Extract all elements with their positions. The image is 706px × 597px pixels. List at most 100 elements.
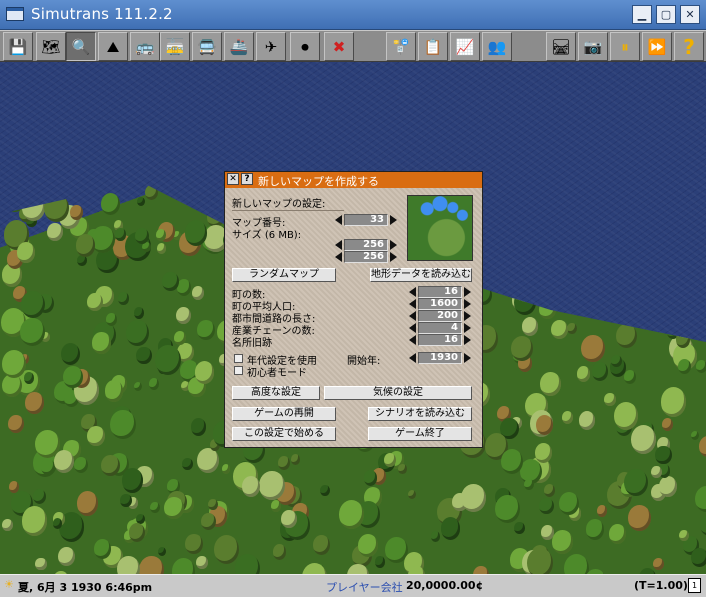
tree	[649, 249, 666, 268]
avg-population-decrease-icon[interactable]	[409, 299, 416, 309]
size-y-increase-icon[interactable]	[390, 252, 397, 262]
towns-decrease-icon[interactable]	[409, 287, 416, 297]
intercity-road-decrease-icon[interactable]	[409, 311, 416, 321]
help-icon[interactable]: ?	[674, 32, 704, 61]
size-y-decrease-icon[interactable]	[335, 252, 342, 262]
app-window-icon	[6, 7, 24, 21]
load-scenario-button[interactable]: シナリオを読み込む	[368, 407, 472, 421]
tree	[104, 380, 124, 402]
bus-icon[interactable]: 🚍	[192, 32, 222, 61]
quit-game-button[interactable]: ゲーム終了	[368, 427, 472, 441]
magnifier-icon[interactable]: 🔍	[66, 32, 96, 61]
size-x-increase-icon[interactable]	[390, 240, 397, 250]
ship-icon[interactable]: 🚢	[224, 32, 254, 61]
tree	[691, 548, 706, 568]
tree	[58, 546, 76, 566]
tree	[561, 411, 573, 424]
dialog-close-icon[interactable]: ✕	[227, 173, 239, 185]
dialog-help-icon[interactable]: ?	[241, 173, 253, 185]
tree	[694, 287, 706, 318]
tree	[521, 317, 538, 336]
landmarks-label: 名所旧跡	[232, 338, 272, 349]
tree	[52, 517, 63, 529]
tree	[53, 450, 74, 474]
resume-game-button[interactable]: ゲームの再開	[232, 407, 336, 421]
use-timeline-checkbox[interactable]	[234, 354, 243, 363]
tree	[21, 194, 46, 221]
random-map-button[interactable]: ランダムマップ	[232, 268, 336, 282]
player-icon[interactable]: 👥	[482, 32, 512, 61]
map-number-decrease-icon[interactable]	[335, 215, 342, 225]
tree	[488, 221, 512, 247]
time-speed: (T=1.00)	[634, 579, 688, 592]
beginner-mode-checkbox[interactable]	[234, 366, 243, 375]
landmarks-decrease-icon[interactable]	[409, 335, 416, 345]
minimize-button[interactable]: ▁	[632, 5, 652, 24]
climate-settings-button[interactable]: 気候の設定	[324, 386, 472, 400]
load-heightmap-button[interactable]: 地形データを読み込む	[370, 268, 472, 282]
landmarks-field[interactable]: 16	[418, 334, 462, 346]
size-x-field[interactable]: 256	[344, 239, 388, 251]
start-with-settings-button[interactable]: この設定で始める	[232, 427, 336, 441]
close-window-button[interactable]: ✕	[680, 5, 700, 24]
list-icon[interactable]: 📋	[418, 32, 448, 61]
tree	[129, 523, 146, 542]
tree	[679, 529, 690, 541]
finance-icon[interactable]: 📈	[450, 32, 480, 61]
towns-field[interactable]: 16	[418, 286, 462, 298]
tree	[191, 418, 207, 436]
intercity-road-increase-icon[interactable]	[464, 311, 471, 321]
tree	[698, 436, 706, 457]
start-year-label: 開始年:	[347, 356, 381, 367]
tree	[680, 276, 692, 290]
map-rail-icon[interactable]: 🛤	[546, 32, 576, 61]
size-y-field[interactable]: 256	[344, 251, 388, 263]
tree	[695, 486, 706, 513]
tree	[118, 292, 129, 305]
tree	[538, 299, 556, 320]
lines-icon[interactable]: 🚏	[386, 32, 416, 61]
tree	[613, 401, 639, 430]
road-vehicle-icon[interactable]: 🚌	[130, 32, 160, 61]
towns-increase-icon[interactable]	[464, 287, 471, 297]
tree	[87, 292, 103, 311]
camera-icon[interactable]: 📷	[578, 32, 608, 61]
pause-icon[interactable]: ⏸	[610, 32, 640, 61]
tree	[576, 366, 591, 382]
tree	[176, 306, 192, 324]
landscape-icon[interactable]: ⛰	[98, 32, 128, 61]
landmarks-increase-icon[interactable]	[464, 335, 471, 345]
tree	[100, 192, 120, 215]
avg-population-increase-icon[interactable]	[464, 299, 471, 309]
avg-population-field[interactable]: 1600	[418, 298, 462, 310]
map-number-increase-icon[interactable]	[390, 215, 397, 225]
tram-icon[interactable]: 🚋	[160, 32, 190, 61]
tree	[196, 556, 208, 570]
start-year-increase-icon[interactable]	[464, 353, 471, 363]
tree	[430, 530, 440, 542]
start-year-field[interactable]: 1930	[418, 352, 462, 364]
remove-icon[interactable]: ✖	[324, 32, 354, 61]
fast-forward-icon[interactable]: ⏩	[642, 32, 672, 61]
tree	[461, 483, 487, 513]
airplane-icon[interactable]: ✈	[256, 32, 286, 61]
intercity-road-field[interactable]: 200	[418, 310, 462, 322]
industry-chains-decrease-icon[interactable]	[409, 323, 416, 333]
tree	[551, 319, 568, 340]
tree	[651, 466, 662, 479]
map-number-field[interactable]: 33	[344, 214, 388, 226]
tree	[501, 207, 515, 222]
stop-icon[interactable]: ⏺	[290, 32, 320, 61]
advanced-settings-button[interactable]: 高度な設定	[232, 386, 320, 400]
terrain-icon[interactable]: 🗺	[36, 32, 66, 61]
start-year-decrease-icon[interactable]	[409, 353, 416, 363]
industry-chains-field[interactable]: 4	[418, 322, 462, 334]
maximize-button[interactable]: ▢	[656, 5, 676, 24]
size-x-decrease-icon[interactable]	[335, 240, 342, 250]
industry-chains-increase-icon[interactable]	[464, 323, 471, 333]
tree	[553, 232, 571, 252]
tree	[631, 425, 657, 455]
tree	[121, 468, 144, 493]
tree	[611, 355, 622, 368]
save-disk-icon[interactable]: 💾	[3, 32, 33, 61]
